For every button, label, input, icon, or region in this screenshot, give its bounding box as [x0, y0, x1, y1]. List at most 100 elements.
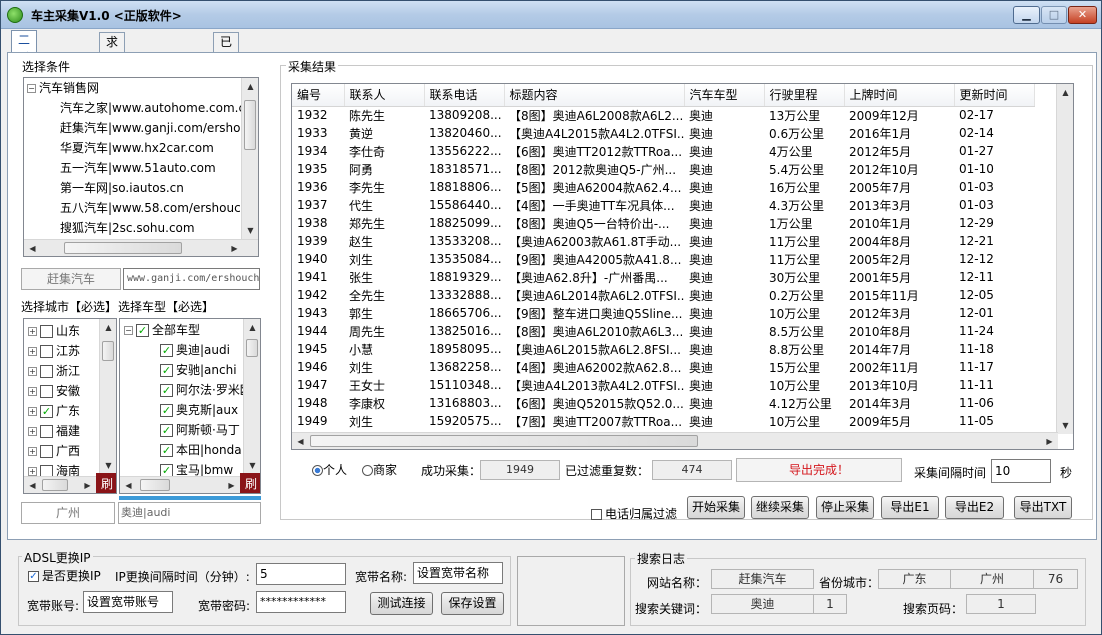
checkbox-all-models[interactable]: ✓ [136, 324, 149, 337]
table-row[interactable]: 1946 刘生 13682258... 【4图】奥迪A62002款A62.8... 奥迪… [292, 358, 1034, 376]
model-item[interactable]: ✓ 本田|honda [160, 440, 242, 460]
scroll-right-icon[interactable]: ▶ [226, 240, 243, 256]
site-tree-hscroll[interactable]: ◀ ▶ [24, 239, 258, 256]
table-row[interactable]: 1933 黄逆 13820460... 【奥迪A4L2015款A4L2.0TFSI..… [292, 124, 1034, 142]
scroll-thumb[interactable] [244, 100, 256, 150]
scroll-down-icon[interactable]: ▼ [1057, 417, 1073, 434]
column-header[interactable]: 更新时间 [954, 84, 1035, 107]
collapse-icon[interactable]: − [124, 326, 133, 335]
column-header[interactable]: 联系电话 [424, 84, 505, 107]
column-header[interactable]: 汽车车型 [684, 84, 765, 107]
stop-collect-button[interactable]: 停止采集 [816, 496, 874, 519]
model-checkbox[interactable]: ✓ [160, 384, 173, 397]
scroll-left-icon[interactable]: ◀ [24, 240, 41, 256]
scroll-down-icon[interactable]: ▼ [242, 222, 258, 239]
scroll-up-icon[interactable]: ▲ [1057, 84, 1073, 101]
scroll-right-icon[interactable]: ▶ [79, 477, 96, 493]
selected-site-url[interactable]: www.ganji.com/ershouche [123, 268, 260, 290]
export-txt-button[interactable]: 导出TXT [1014, 496, 1072, 519]
table-row[interactable]: 1940 刘生 13535084... 【9图】奥迪A42005款A41.8... 奥迪… [292, 250, 1034, 268]
column-header[interactable]: 上牌时间 [844, 84, 955, 107]
city-checkbox[interactable] [40, 385, 53, 398]
model-checkbox[interactable]: ✓ [160, 424, 173, 437]
table-row[interactable]: 1941 张生 18819329... 【奥迪A62.8升】-广州番禺... 奥迪 30万… [292, 268, 1034, 286]
column-header[interactable]: 标题内容 [504, 84, 685, 107]
city-tree-vscroll[interactable]: ▲ ▼ [99, 319, 116, 474]
model-item[interactable]: ✓ 阿斯顿·马丁 [160, 420, 240, 440]
city-item[interactable]: + ✓ 广东 [28, 401, 80, 421]
table-row[interactable]: 1945 小慧 18958095... 【奥迪A6L2015款A6L2.8FSI...… [292, 340, 1034, 358]
scroll-left-icon[interactable]: ◀ [292, 433, 309, 449]
model-item[interactable]: ✓ 阿尔法·罗米欧 [160, 380, 252, 400]
model-item[interactable]: ✓ 安驰|anchi [160, 360, 237, 380]
save-settings-button[interactable]: 保存设置 [441, 592, 504, 615]
site-item[interactable]: 汽车之家|www.autohome.com.cn [60, 98, 253, 118]
city-checkbox[interactable] [40, 445, 53, 458]
column-header[interactable]: 编号 [292, 84, 345, 107]
site-item[interactable]: 搜狐汽车|2sc.sohu.com [60, 218, 195, 238]
table-row[interactable]: 1932 陈先生 13809208... 【8图】奥迪A6L2008款A6L2... 奥… [292, 106, 1034, 124]
city-checkbox[interactable] [40, 345, 53, 358]
site-item[interactable]: 第一车网|so.iautos.cn [60, 178, 184, 198]
model-checkbox[interactable]: ✓ [160, 404, 173, 417]
tab-buyer-search[interactable]: 求购汽车客户搜索 [99, 32, 126, 175]
table-row[interactable]: 1943 郭生 18665706... 【9图】整车进口奥迪Q5Sline... 奥迪 1… [292, 304, 1034, 322]
site-item[interactable]: 华夏汽车|www.hx2car.com [60, 138, 214, 158]
city-item[interactable]: + 福建 [28, 421, 80, 441]
tree-root[interactable]: − 汽车销售网 [27, 78, 99, 98]
scroll-thumb[interactable] [140, 479, 170, 491]
refresh-city-button[interactable]: 刷 [96, 473, 116, 493]
column-header[interactable]: 联系人 [344, 84, 425, 107]
scroll-thumb[interactable] [102, 341, 114, 361]
radio-dealer[interactable]: 商家 [362, 461, 397, 478]
minimize-button[interactable]: ▁ [1013, 6, 1040, 24]
city-item[interactable]: + 江苏 [28, 341, 80, 361]
model-checkbox[interactable]: ✓ [160, 344, 173, 357]
scroll-down-icon[interactable]: ▼ [100, 457, 116, 474]
maximize-button[interactable]: □ [1041, 6, 1067, 24]
city-item[interactable]: + 广西 [28, 441, 80, 461]
table-row[interactable]: 1944 周先生 13825016... 【8图】奥迪A6L2010款A6L3... 奥… [292, 322, 1034, 340]
expand-icon[interactable]: + [28, 407, 37, 416]
city-checkbox[interactable] [40, 365, 53, 378]
table-row[interactable]: 1935 阿勇 18318571... 【8图】2012款奥迪Q5-广州... 奥迪 5.… [292, 160, 1034, 178]
expand-icon[interactable]: + [28, 467, 37, 476]
collapse-icon[interactable]: − [27, 84, 36, 93]
model-tree-vscroll[interactable]: ▲ ▼ [243, 319, 260, 474]
city-item[interactable]: + 安徽 [28, 381, 80, 401]
interval-input[interactable]: 10 [991, 459, 1051, 483]
city-tree-hscroll[interactable]: ◀ ▶ [24, 476, 96, 493]
scroll-thumb[interactable] [310, 435, 698, 447]
expand-icon[interactable]: + [28, 427, 37, 436]
city-item[interactable]: + 山东 [28, 321, 80, 341]
model-item[interactable]: ✓ 奥克斯|aux [160, 400, 238, 420]
model-checkbox[interactable]: ✓ [160, 444, 173, 457]
city-item[interactable]: + 浙江 [28, 361, 80, 381]
model-item[interactable]: ✓ 奥迪|audi [160, 340, 230, 360]
expand-icon[interactable]: + [28, 387, 37, 396]
scroll-up-icon[interactable]: ▲ [242, 78, 258, 95]
site-item[interactable]: 赶集汽车|www.ganji.com/ershouche [60, 118, 258, 138]
scroll-up-icon[interactable]: ▲ [244, 319, 260, 336]
bb-password-input[interactable]: ************ [256, 591, 346, 613]
results-hscroll[interactable]: ◀ ▶ [292, 432, 1058, 449]
table-row[interactable]: 1936 李先生 18818806... 【5图】奥迪A62004款A62.4... 奥… [292, 178, 1034, 196]
site-tree-vscroll[interactable]: ▲ ▼ [241, 78, 258, 239]
table-row[interactable]: 1942 全先生 13332888... 【奥迪A6L2014款A6L2.0TFSI.… [292, 286, 1034, 304]
close-button[interactable]: ✕ [1068, 6, 1097, 24]
continue-collect-button[interactable]: 继续采集 [751, 496, 809, 519]
table-row[interactable]: 1947 王女士 15110348... 【奥迪A4L2013款A4L2.0TFSI.… [292, 376, 1034, 394]
test-connection-button[interactable]: 测试连接 [370, 592, 433, 615]
model-tree-hscroll[interactable]: ◀ ▶ [120, 476, 240, 493]
export-e1-button[interactable]: 导出E1 [881, 496, 939, 519]
tab-used-car-search[interactable]: 二手车源搜索 [11, 30, 38, 137]
scroll-right-icon[interactable]: ▶ [223, 477, 240, 493]
table-row[interactable]: 1937 代生 15586440... 【4图】一手奥迪TT车况具体... 奥迪 4.3万… [292, 196, 1034, 214]
table-row[interactable]: 1938 郑先生 18825099... 【8图】奥迪Q5一台特价出-... 奥迪 1万公… [292, 214, 1034, 232]
scroll-thumb[interactable] [42, 479, 68, 491]
scroll-thumb[interactable] [246, 339, 258, 357]
start-collect-button[interactable]: 开始采集 [687, 496, 745, 519]
table-row[interactable]: 1949 刘生 15920575... 【7图】奥迪TT2007款TTRoa... 奥迪… [292, 412, 1034, 430]
table-row[interactable]: 1939 赵生 13533208... 【奥迪A62003款A61.8T手动... 奥迪… [292, 232, 1034, 250]
refresh-model-button[interactable]: 刷 [240, 473, 260, 493]
